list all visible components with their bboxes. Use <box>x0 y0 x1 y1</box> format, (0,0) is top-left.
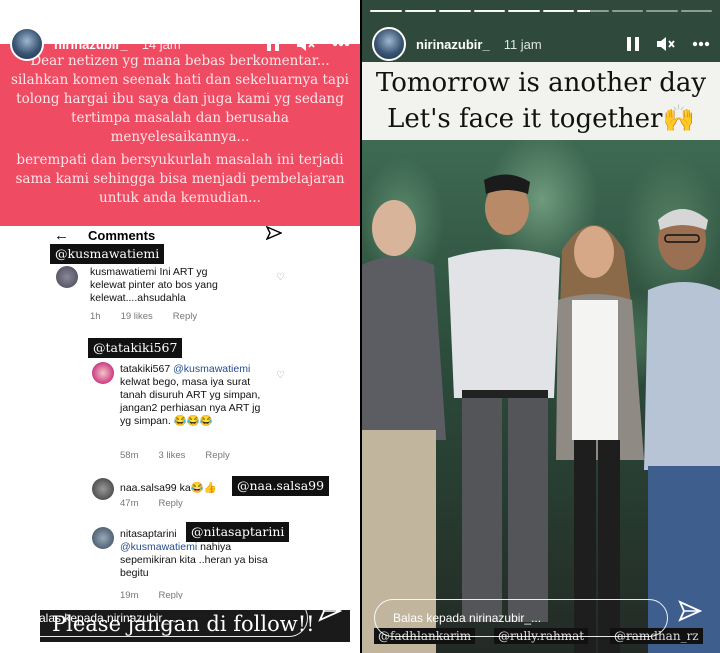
comment-user[interactable]: nitasaptarini <box>120 528 177 540</box>
pause-icon[interactable] <box>626 36 640 52</box>
reply-link[interactable]: Reply <box>205 450 229 461</box>
message-banner: Dear netizen yg mana bebas berkomentar..… <box>0 44 360 226</box>
comment-tag: @naa.salsa99 <box>232 476 330 496</box>
reply-input[interactable]: Balas kepada nirinazubir_... <box>374 599 668 637</box>
more-icon[interactable] <box>332 41 350 47</box>
banner-paragraph: berempati dan bersyukurlah masalah ini t… <box>15 152 345 206</box>
avatar[interactable] <box>92 362 114 384</box>
story-caption: Tomorrow is another day Let's face it to… <box>362 62 720 140</box>
mute-icon[interactable] <box>656 36 676 52</box>
story-left[interactable]: Dear netizen yg mana bebas berkomentar..… <box>0 0 360 653</box>
caption-line: Tomorrow is another day <box>375 68 707 98</box>
post-time: 11 jam <box>503 36 542 52</box>
comment-likes[interactable]: 19 likes <box>121 311 153 322</box>
reply-link[interactable]: Reply <box>158 498 182 509</box>
comment-text: tatakiki567 @kusmawatiemi kelwat bego, m… <box>120 363 270 428</box>
comment-age: 1h <box>90 311 101 322</box>
story-header: nirinazubir_ 11 jam <box>372 26 710 62</box>
comment-age: 47m <box>120 498 139 509</box>
avatar[interactable] <box>92 527 114 549</box>
comments-title: Comments <box>88 227 156 243</box>
comment-age: 58m <box>120 450 139 461</box>
comment-user[interactable]: kusmawatiemi <box>90 266 157 278</box>
username[interactable]: nirinazubir_ <box>416 37 490 52</box>
post-time: 14 jam <box>141 36 181 52</box>
person-4 <box>644 209 720 653</box>
comments-header: ← Comments <box>0 225 360 244</box>
avatar[interactable] <box>372 27 406 61</box>
more-icon[interactable] <box>692 41 710 47</box>
comment-mention[interactable]: @kusmawatiemi <box>173 363 250 375</box>
comment-text: naa.salsa99 ka😂👍 <box>120 482 217 495</box>
avatar[interactable] <box>92 478 114 500</box>
story-photo <box>362 140 720 653</box>
send-icon[interactable] <box>265 225 283 243</box>
story-right[interactable]: Tomorrow is another day Let's face it to… <box>362 0 720 653</box>
person-3 <box>556 225 644 653</box>
comment-meta: 47m Reply <box>120 498 183 509</box>
comment-likes[interactable]: 3 likes <box>158 450 185 461</box>
comment-body: kelwat bego, masa iya surat tanah disuru… <box>120 376 261 427</box>
heart-icon[interactable]: ♡ <box>276 272 285 283</box>
comment-tag: @tatakiki567 <box>88 338 183 358</box>
story-header: nirinazubir_ 14 jam <box>10 26 350 62</box>
username[interactable]: nirinazubir_ <box>54 37 128 52</box>
comment-tag: @nitasaptarini <box>186 522 290 542</box>
comment-body: ka😂👍 <box>179 482 217 494</box>
comment-meta: 58m 3 likes Reply <box>120 450 230 461</box>
comment-user[interactable]: naa.salsa99 <box>120 482 177 494</box>
story-progress-bar <box>8 10 353 12</box>
caption-line: Let's face it together🙌 <box>387 104 695 134</box>
reply-link[interactable]: Reply <box>173 311 197 322</box>
person-1 <box>362 200 446 653</box>
banner-paragraph: Dear netizen yg mana bebas berkomentar..… <box>11 53 349 145</box>
pause-icon[interactable] <box>266 36 280 52</box>
send-icon[interactable] <box>678 600 703 627</box>
mute-icon[interactable] <box>296 36 316 52</box>
comment-user[interactable]: tatakiki567 <box>120 363 170 375</box>
story-progress-bar <box>370 10 712 12</box>
comment-text: kusmawatiemi Ini ART yg kelewat pinter a… <box>90 266 240 305</box>
heart-icon[interactable]: ♡ <box>276 370 285 381</box>
avatar[interactable] <box>10 27 44 61</box>
send-icon[interactable] <box>318 600 343 627</box>
comment-meta: 1h 19 likes Reply <box>90 311 197 322</box>
avatar[interactable] <box>56 266 78 288</box>
comment-mention[interactable]: @kusmawatiemi <box>120 541 197 553</box>
person-2 <box>448 174 560 622</box>
reply-input[interactable]: Balas kepada nirinazubir_... <box>12 599 308 637</box>
back-arrow-icon[interactable]: ← <box>54 227 69 244</box>
comment-tag: @kusmawatiemi <box>50 244 165 264</box>
